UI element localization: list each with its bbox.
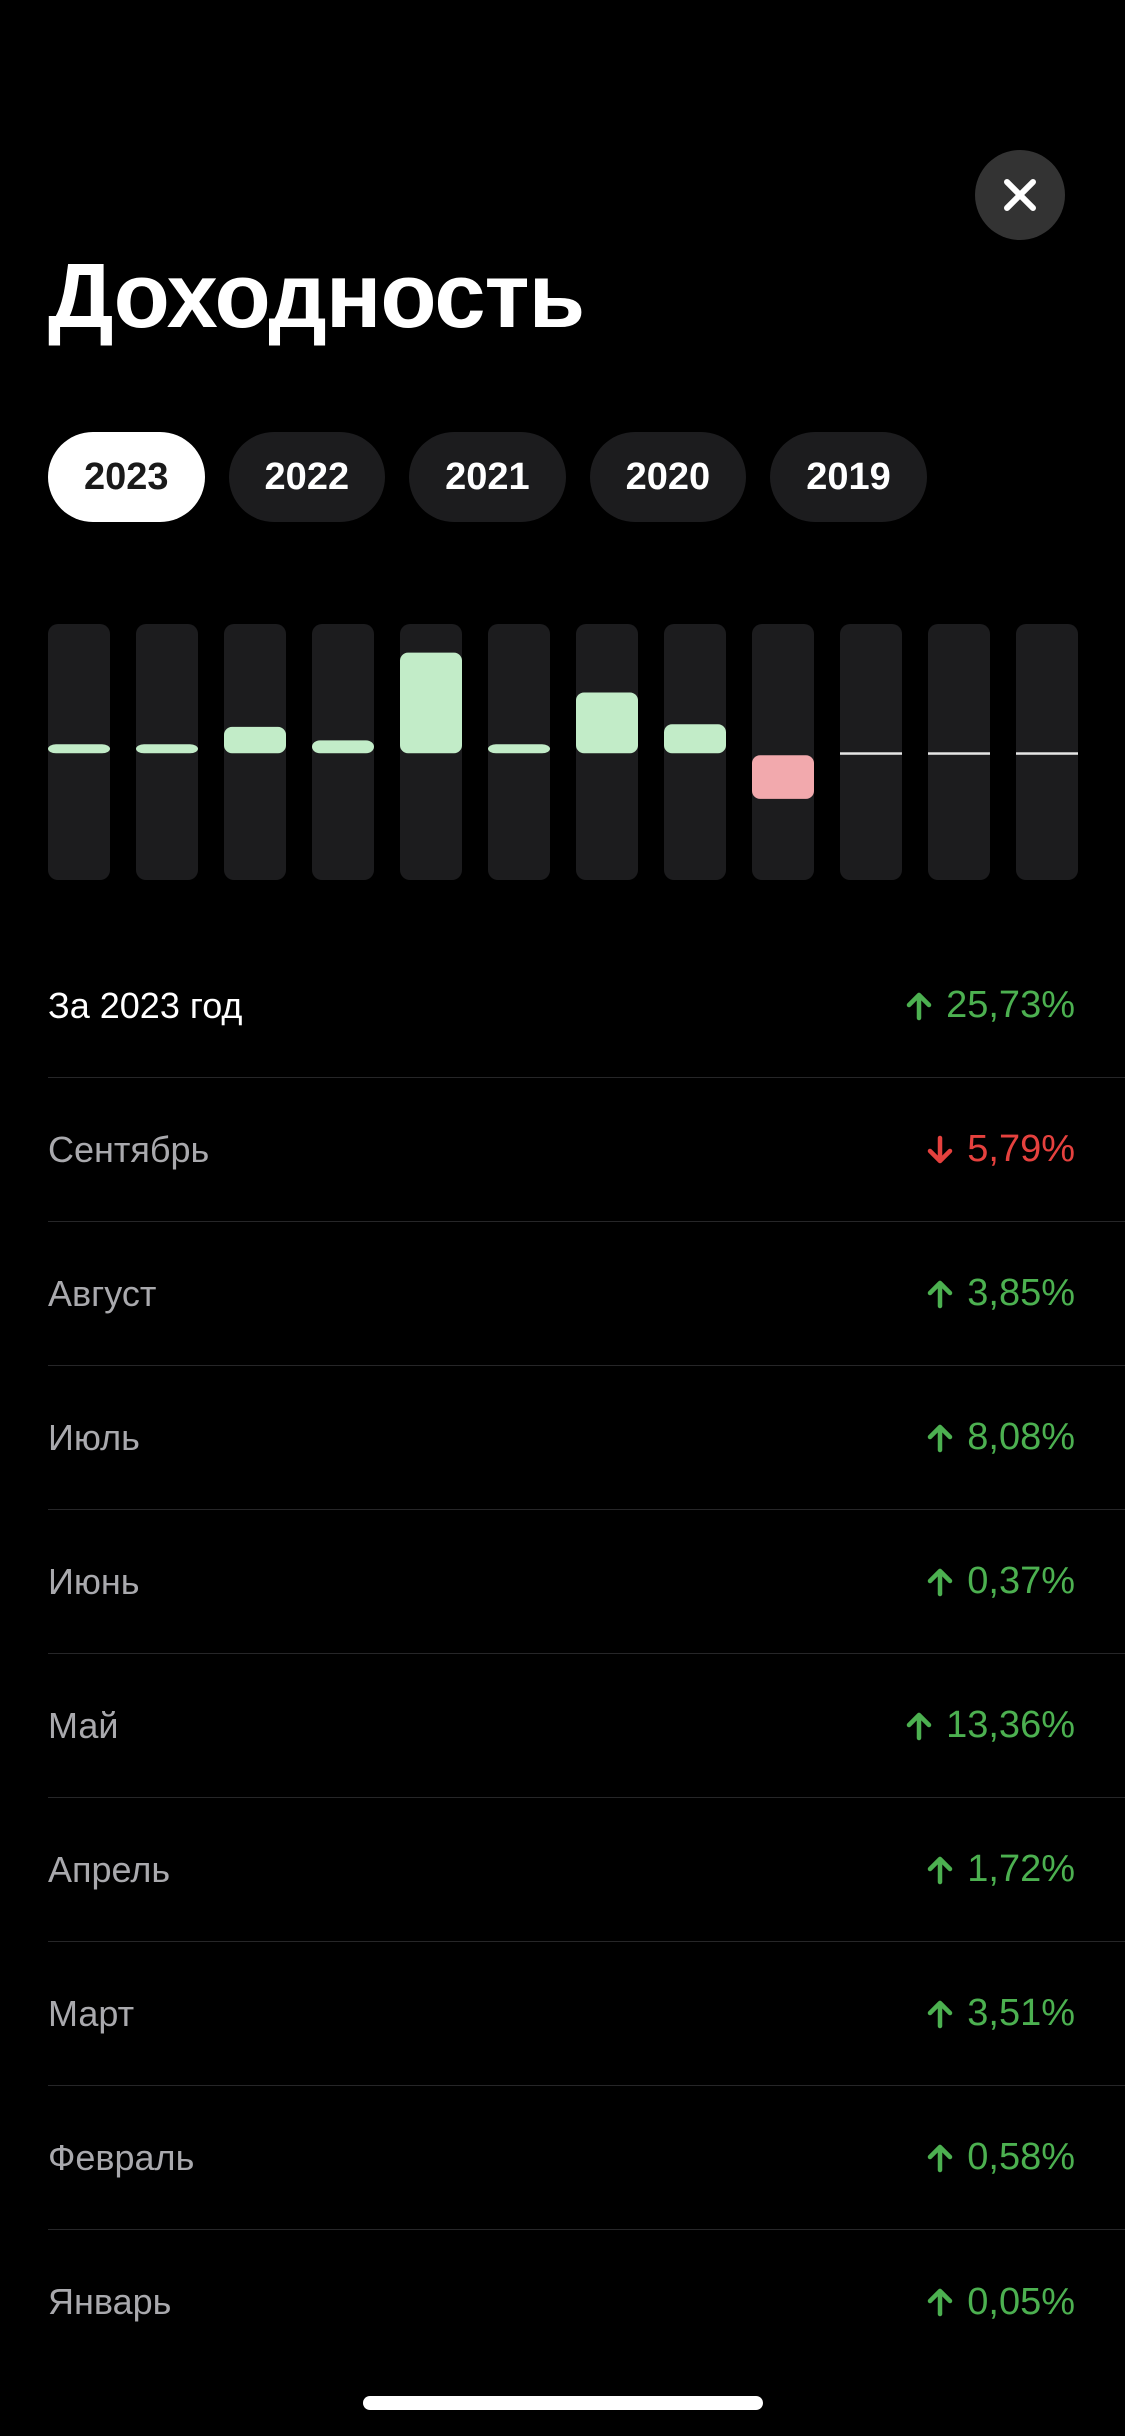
- returns-list: За 2023 год 25,73% Сентябрь 5,79% Август…: [48, 934, 1125, 2374]
- chart-bar[interactable]: [48, 744, 110, 754]
- year-tab-2021[interactable]: 2021: [409, 432, 566, 522]
- year-tab-2019[interactable]: 2019: [770, 432, 927, 522]
- month-row[interactable]: Май 13,36%: [48, 1654, 1125, 1798]
- year-total-value: 25,73%: [906, 984, 1075, 1027]
- month-label: Апрель: [48, 1848, 171, 1890]
- month-percent: 0,58%: [967, 2136, 1075, 2178]
- arrow-up-icon: [927, 2287, 967, 2317]
- month-value: 0,58%: [927, 2136, 1075, 2179]
- month-percent: 3,51%: [967, 1992, 1075, 2034]
- arrow-up-icon: [927, 1999, 967, 2029]
- month-value: 8,08%: [927, 1416, 1075, 1459]
- close-button[interactable]: [975, 150, 1065, 240]
- chart-bar[interactable]: [488, 744, 550, 754]
- month-row[interactable]: Апрель 1,72%: [48, 1798, 1125, 1942]
- chart-empty-marker: [840, 752, 902, 755]
- month-row[interactable]: Июль 8,08%: [48, 1366, 1125, 1510]
- arrow-up-icon: [927, 1567, 967, 1597]
- chart-bar[interactable]: [400, 652, 462, 754]
- chart-track: [928, 624, 990, 880]
- chart-bar[interactable]: [224, 726, 286, 754]
- month-percent: 1,72%: [967, 1848, 1075, 1890]
- home-indicator[interactable]: [363, 2396, 763, 2410]
- chart-bar[interactable]: [312, 740, 374, 754]
- month-value: 1,72%: [927, 1848, 1075, 1891]
- month-row[interactable]: Август 3,85%: [48, 1222, 1125, 1366]
- month-label: Август: [48, 1272, 157, 1314]
- chart-empty-marker: [1016, 752, 1078, 755]
- year-total-percent: 25,73%: [946, 984, 1075, 1026]
- monthly-returns-chart: [48, 624, 1078, 880]
- month-percent: 8,08%: [967, 1416, 1075, 1458]
- arrow-up-icon: [927, 1855, 967, 1885]
- month-percent: 0,05%: [967, 2280, 1075, 2323]
- month-label: Май: [48, 1704, 119, 1746]
- arrow-up-icon: [906, 991, 946, 1021]
- year-tab-2023[interactable]: 2023: [48, 432, 205, 522]
- month-value: 3,85%: [927, 1272, 1075, 1315]
- arrow-up-icon: [927, 2143, 967, 2173]
- month-value: 13,36%: [906, 1704, 1075, 1747]
- page-title: Доходность: [48, 245, 585, 347]
- month-row[interactable]: Январь 0,05%: [48, 2230, 1125, 2374]
- month-percent: 3,85%: [967, 1272, 1075, 1314]
- arrow-up-icon: [927, 1279, 967, 1309]
- arrow-down-icon: [927, 1135, 967, 1165]
- month-label: Июнь: [48, 1560, 140, 1602]
- year-total-label: За 2023 год: [48, 984, 243, 1026]
- chart-track: [752, 624, 814, 880]
- month-value: 0,37%: [927, 1560, 1075, 1603]
- monthly-returns-svg: [48, 624, 1078, 880]
- arrow-up-icon: [927, 1423, 967, 1453]
- month-label: Сентябрь: [48, 1128, 210, 1170]
- month-row[interactable]: Март 3,51%: [48, 1942, 1125, 2086]
- year-tabs: 2023 2022 2021 2020 2019: [48, 432, 927, 522]
- month-percent: 5,79%: [967, 1128, 1075, 1170]
- month-row[interactable]: Июнь 0,37%: [48, 1510, 1125, 1654]
- chart-bar[interactable]: [664, 724, 726, 754]
- chart-bar[interactable]: [752, 755, 814, 799]
- month-label: Февраль: [48, 2136, 195, 2178]
- close-icon: [1004, 179, 1036, 211]
- month-row[interactable]: Февраль 0,58%: [48, 2086, 1125, 2230]
- month-label: Январь: [48, 2281, 172, 2322]
- month-label: Март: [48, 1992, 135, 2034]
- month-value: 5,79%: [927, 1128, 1075, 1171]
- chart-track: [1016, 624, 1078, 880]
- month-value: 0,05%: [927, 2281, 1075, 2324]
- arrow-up-icon: [906, 1711, 946, 1741]
- month-row[interactable]: Сентябрь 5,79%: [48, 1078, 1125, 1222]
- year-total-row[interactable]: За 2023 год 25,73%: [48, 934, 1125, 1078]
- year-tab-2022[interactable]: 2022: [228, 432, 386, 522]
- chart-track: [840, 624, 902, 880]
- month-label: Июль: [48, 1416, 140, 1458]
- chart-bar[interactable]: [136, 744, 198, 754]
- month-percent: 13,36%: [946, 1704, 1075, 1746]
- year-tab-2020[interactable]: 2020: [589, 432, 747, 522]
- month-percent: 0,37%: [967, 1560, 1075, 1602]
- chart-empty-marker: [928, 752, 990, 755]
- chart-bar[interactable]: [576, 692, 638, 754]
- month-value: 3,51%: [927, 1992, 1075, 2035]
